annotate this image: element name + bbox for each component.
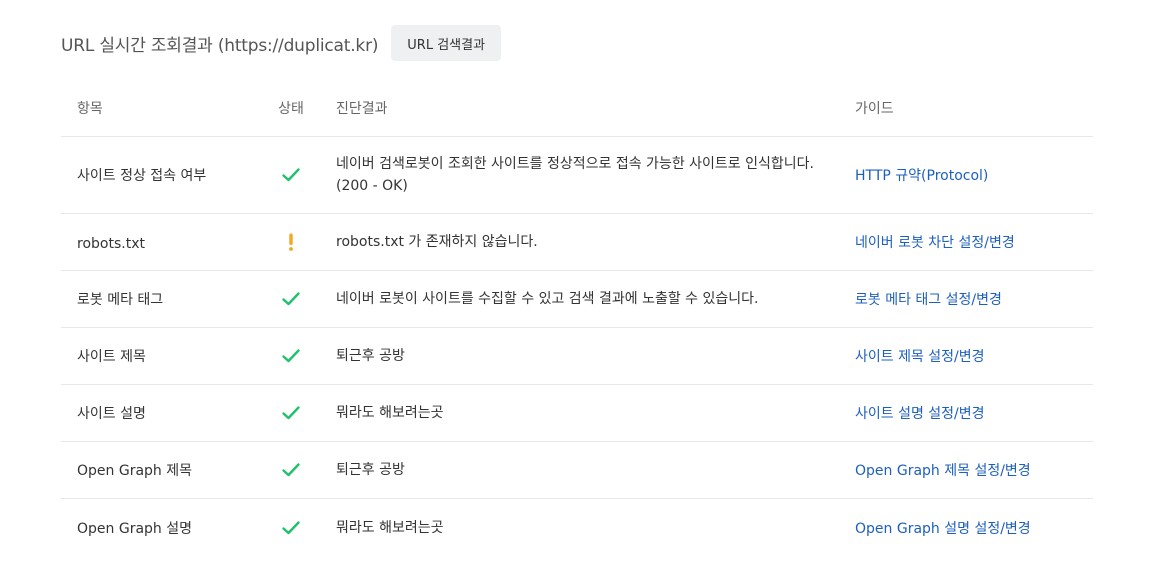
column-header-guide: 가이드 [855, 100, 894, 117]
result-text: robots.txt 가 존재하지 않습니다. [336, 234, 538, 250]
result-text: 네이버 로봇이 사이트를 수집할 수 있고 검색 결과에 노출할 수 있습니다. [336, 291, 759, 307]
item-label: 사이트 설명 [77, 406, 146, 422]
check-icon [281, 460, 301, 480]
url-search-result-button[interactable]: URL 검색결과 [391, 25, 502, 61]
guide-link-site-title[interactable]: 사이트 제목 설정/변경 [855, 349, 985, 365]
guide-link-og-description[interactable]: Open Graph 설명 설정/변경 [855, 521, 1031, 537]
guide-link-http-protocol[interactable]: HTTP 규약(Protocol) [855, 168, 988, 184]
table-header-row: 항목 상태 진단결과 가이드 [61, 79, 1093, 137]
column-header-result: 진단결과 [336, 100, 388, 117]
guide-link-robot-meta[interactable]: 로봇 메타 태그 설정/변경 [855, 292, 1002, 308]
guide-link-og-title[interactable]: Open Graph 제목 설정/변경 [855, 463, 1031, 479]
result-text: 네이버 검색로봇이 조회한 사이트를 정상적으로 접속 가능한 사이트로 인식합… [336, 156, 814, 194]
result-text: 퇴근후 공방 [336, 462, 405, 478]
item-label: robots.txt [77, 235, 145, 252]
result-text: 퇴근후 공방 [336, 348, 405, 364]
exclamation-icon [281, 232, 301, 252]
guide-link-site-description[interactable]: 사이트 설명 설정/변경 [855, 406, 985, 422]
table-row: 사이트 설명 뭐라도 해보려는곳 사이트 설명 설정/변경 [61, 385, 1093, 442]
table-row: 사이트 제목 퇴근후 공방 사이트 제목 설정/변경 [61, 328, 1093, 385]
page: URL 실시간 조회결과 (https://duplicat.kr) URL 검… [0, 0, 1157, 583]
column-header-item: 항목 [77, 100, 103, 117]
table-row: Open Graph 설명 뭐라도 해보려는곳 Open Graph 설명 설정… [61, 499, 1093, 556]
table-row: Open Graph 제목 퇴근후 공방 Open Graph 제목 설정/변경 [61, 442, 1093, 499]
table-row: 로봇 메타 태그 네이버 로봇이 사이트를 수집할 수 있고 검색 결과에 노출… [61, 271, 1093, 328]
header: URL 실시간 조회결과 (https://duplicat.kr) URL 검… [61, 25, 502, 61]
table-row: 사이트 정상 접속 여부 네이버 검색로봇이 조회한 사이트를 정상적으로 접속… [61, 137, 1093, 214]
page-title: URL 실시간 조회결과 (https://duplicat.kr) [61, 35, 379, 56]
item-label: 로봇 메타 태그 [77, 292, 164, 308]
guide-link-robot-block[interactable]: 네이버 로봇 차단 설정/변경 [855, 235, 1015, 251]
item-label: Open Graph 제목 [77, 463, 192, 479]
item-label: 사이트 제목 [77, 349, 146, 365]
diagnosis-table: 항목 상태 진단결과 가이드 사이트 정상 접속 여부 네이버 검색로봇이 조회… [61, 79, 1093, 556]
check-icon [281, 165, 301, 185]
item-label: 사이트 정상 접속 여부 [77, 168, 207, 184]
result-text: 뭐라도 해보려는곳 [336, 519, 444, 536]
table-row: robots.txt robots.txt 가 존재하지 않습니다. 네이버 로… [61, 214, 1093, 271]
result-text: 뭐라도 해보려는곳 [336, 405, 444, 421]
check-icon [281, 346, 301, 366]
check-icon [281, 403, 301, 423]
check-icon [281, 518, 301, 538]
column-header-status: 상태 [278, 100, 304, 117]
check-icon [281, 289, 301, 309]
item-label: Open Graph 설명 [77, 520, 192, 537]
